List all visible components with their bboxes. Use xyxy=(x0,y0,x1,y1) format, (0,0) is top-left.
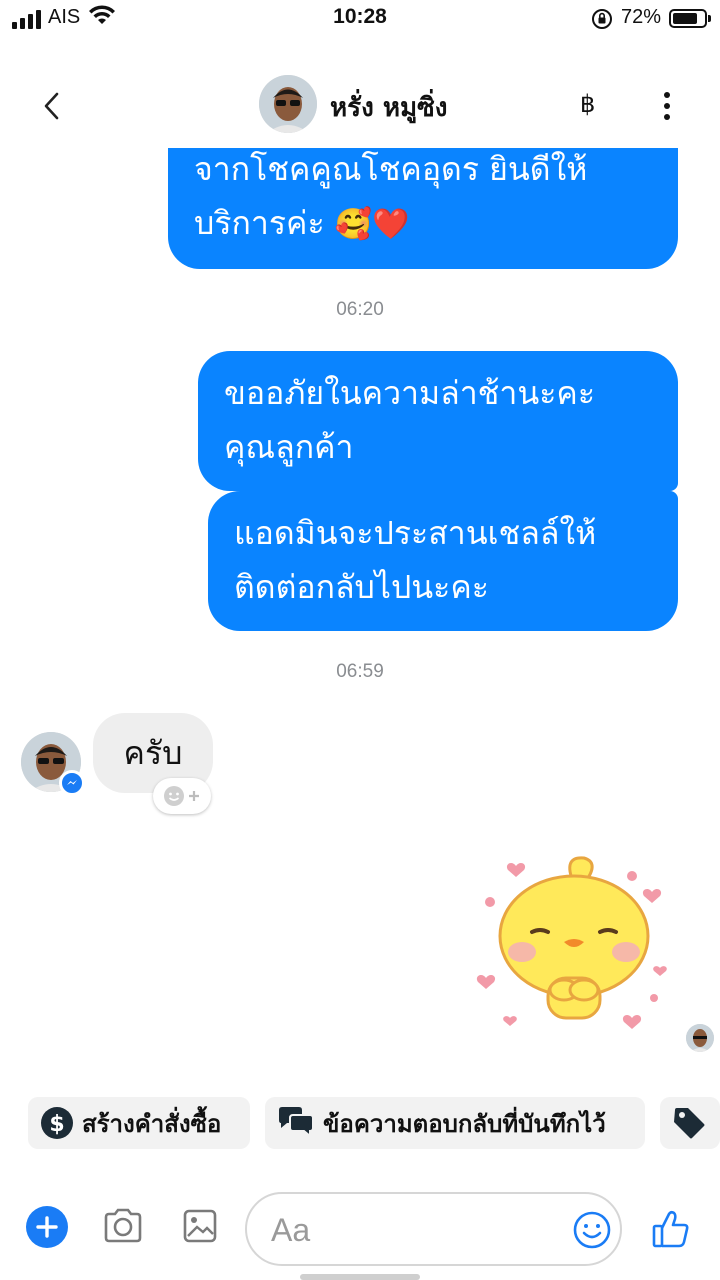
message-timestamp: 06:59 xyxy=(336,661,384,682)
battery-icon xyxy=(669,9,711,28)
rotation-lock-icon xyxy=(590,7,614,35)
payment-icon[interactable]: ฿ xyxy=(580,90,595,118)
chat-bubbles-icon xyxy=(277,1106,315,1140)
like-button[interactable] xyxy=(650,1208,692,1254)
plus-icon xyxy=(36,1216,58,1238)
message-composer xyxy=(0,1180,720,1280)
gallery-button[interactable] xyxy=(182,1208,218,1248)
message-input-field[interactable] xyxy=(245,1192,622,1266)
messenger-chat-screen: AIS 10:28 72% จากโชคคูณโชคอุดร ยินดีให้ … xyxy=(0,0,720,1280)
chip-label: ข้อความตอบกลับที่บันทึกไว้ xyxy=(323,1109,606,1138)
smiling-hearts-emoji: 🥰❤️ xyxy=(334,207,410,242)
yellow-chick-sticker[interactable] xyxy=(474,848,674,1048)
contact-name[interactable]: หรั่ง หมูซิ่ง xyxy=(330,87,447,128)
message-text: จากโชคคูณโชคอุดร ยินดีให้ xyxy=(194,150,588,188)
tag-icon xyxy=(672,1106,706,1140)
message-timestamp: 06:20 xyxy=(336,299,384,320)
status-bar: AIS 10:28 72% xyxy=(0,0,720,40)
camera-icon xyxy=(104,1208,142,1243)
camera-button[interactable] xyxy=(102,1208,144,1248)
message-text: คุณลูกค้า xyxy=(224,428,354,466)
chip-label: สร้างคำสั่งซื้อ xyxy=(82,1109,222,1138)
message-text: บริการค่ะ xyxy=(194,204,325,242)
add-reaction-button[interactable] xyxy=(153,778,211,814)
emoji-button[interactable] xyxy=(572,1210,612,1254)
gallery-icon xyxy=(183,1209,217,1243)
emoji-icon xyxy=(573,1211,611,1249)
battery-percent: 72% xyxy=(621,6,662,28)
back-icon[interactable] xyxy=(36,88,66,124)
message-text: ติดต่อกลับไปนะคะ xyxy=(234,568,489,606)
svg-text:$: $ xyxy=(49,1112,64,1137)
thumbs-up-icon xyxy=(652,1210,689,1248)
message-text: ขออภัยในความล่าช้านะคะ xyxy=(224,374,596,412)
more-icon[interactable] xyxy=(655,88,679,124)
add-reaction-icon xyxy=(164,786,199,806)
contact-avatar[interactable] xyxy=(259,75,317,133)
chat-header: หรั่ง หมูซิ่ง ฿ xyxy=(0,62,720,148)
outgoing-message[interactable]: ขออภัยในความล่าช้านะคะ คุณลูกค้า xyxy=(198,351,678,491)
saved-replies-chip[interactable]: ข้อความตอบกลับที่บันทึกไว้ xyxy=(265,1097,645,1149)
messenger-icon xyxy=(59,770,85,796)
read-receipt-avatar xyxy=(686,1024,714,1052)
label-chip[interactable] xyxy=(660,1097,720,1149)
home-indicator xyxy=(300,1274,420,1280)
message-text: แอดมินจะประสานเชลล์ให้ xyxy=(234,514,597,552)
create-order-chip[interactable]: $ สร้างคำสั่งซื้อ xyxy=(28,1097,250,1149)
outgoing-message[interactable]: แอดมินจะประสานเชลล์ให้ ติดต่อกลับไปนะคะ xyxy=(208,491,678,631)
add-button[interactable] xyxy=(26,1206,68,1248)
message-input[interactable] xyxy=(271,1210,561,1250)
dollar-icon: $ xyxy=(40,1106,74,1140)
